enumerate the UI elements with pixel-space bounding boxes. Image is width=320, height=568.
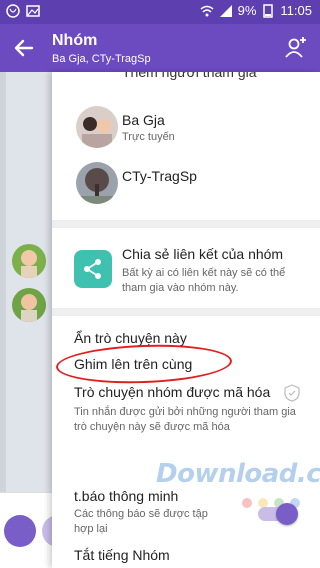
section-divider <box>52 308 320 316</box>
group-info-panel: Thêm người tham gia Ba Gja Trực tuyến CT… <box>52 72 320 568</box>
toolbar: Nhóm Ba Gja, CTy-TragSp <box>0 24 320 72</box>
highlight-ellipse <box>55 341 233 387</box>
mute-group-option[interactable]: Tắt tiếng Nhóm <box>74 547 170 563</box>
member-photo-icon <box>76 162 118 204</box>
status-bar-right: 9% 11:05 <box>200 3 312 18</box>
watermark-logo: Download.com.vn <box>156 459 320 489</box>
member-row[interactable]: Ba Gja Trực tuyến <box>52 100 320 156</box>
share-link-button[interactable] <box>74 250 112 288</box>
encryption-description: Tin nhắn được gửi bởi những người tham g… <box>74 406 296 433</box>
viber-notification-icon <box>6 4 20 18</box>
member-avatar <box>76 106 118 148</box>
clock: 11:05 <box>280 3 312 18</box>
smart-notifications-title: t.báo thông minh <box>74 488 179 504</box>
toggle-knob[interactable] <box>276 503 298 525</box>
chat-action-button[interactable] <box>4 515 36 547</box>
member-photo-icon <box>76 106 118 148</box>
shield-icon <box>284 384 300 402</box>
add-participant-icon[interactable] <box>282 35 308 61</box>
encryption-title: Trò chuyện nhóm được mã hóa <box>74 384 271 400</box>
share-link-title[interactable]: Chia sẻ liên kết của nhóm <box>122 246 283 262</box>
battery-icon <box>263 3 274 18</box>
baby-photo-icon <box>12 244 46 278</box>
baby-photo-icon <box>12 288 46 322</box>
status-bar-left <box>6 4 40 18</box>
section-divider <box>52 220 320 228</box>
member-status: Trực tuyến <box>122 131 175 143</box>
conversation-title: Nhóm <box>52 32 98 49</box>
conversation-participants: Ba Gja, CTy-TragSp <box>52 53 151 65</box>
status-bar: 9% 11:05 <box>0 0 320 24</box>
member-row[interactable]: CTy-TragSp <box>52 156 320 212</box>
wifi-icon <box>200 5 214 16</box>
chat-avatar[interactable] <box>12 244 46 278</box>
image-notification-icon <box>26 5 40 17</box>
member-avatar <box>76 162 118 204</box>
hide-chat-option[interactable]: Ẩn trò chuyện này <box>74 330 187 346</box>
battery-percent: 9% <box>237 3 257 18</box>
share-link-description: Bất kỳ ai có liên kết này sẽ có thể tham… <box>122 267 286 294</box>
smart-notifications-description: Các thông báo sẽ được tập hợp lại <box>74 508 208 535</box>
member-name: Ba Gja <box>122 112 165 128</box>
member-name: CTy-TragSp <box>122 168 197 184</box>
share-icon <box>84 259 101 279</box>
back-arrow-icon[interactable] <box>12 36 36 60</box>
signal-icon <box>219 4 232 17</box>
chat-avatar[interactable] <box>12 288 46 322</box>
add-participant-row[interactable]: Thêm người tham gia <box>122 72 257 80</box>
